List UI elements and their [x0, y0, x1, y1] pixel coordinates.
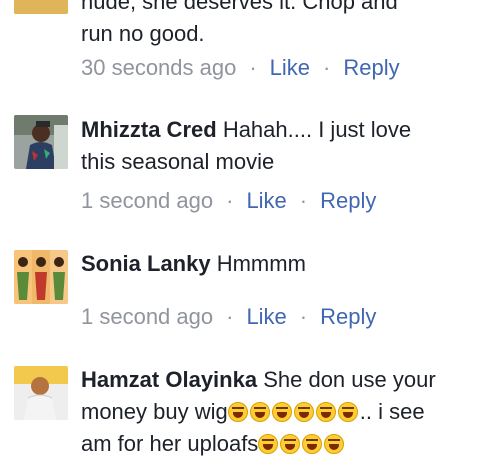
laughing-emoji-icon	[315, 402, 336, 422]
comment-1: nude, she deserves it. Chop and run no g…	[0, 0, 480, 90]
avatar[interactable]	[14, 0, 68, 14]
timestamp: 1 second ago	[81, 188, 214, 213]
laughing-emoji-icon	[271, 402, 292, 422]
laughing-emoji-icon	[227, 402, 248, 422]
comment-3: Sonia Lanky Hmmmm 1 second ago · Like · Repl…	[0, 235, 480, 345]
comment-text: Hamzat Olayinka She don use your money b…	[81, 364, 474, 460]
timestamp: 30 seconds ago	[81, 55, 237, 80]
comment-author[interactable]: Hamzat Olayinka	[81, 367, 257, 392]
laughing-emoji-icon	[280, 434, 301, 454]
comment-text-inline: Hmmmm	[216, 251, 306, 276]
like-link[interactable]: Like	[246, 304, 286, 329]
comment-text: Mhizzta Cred Hahah.... I just love this …	[81, 114, 474, 178]
comment-text-inline: Hahah.... I just love	[222, 117, 412, 142]
reply-link[interactable]: Reply	[343, 55, 399, 80]
comment-text-line: nude, she deserves it. Chop and	[81, 0, 398, 14]
comment-text-line: run no good.	[81, 21, 205, 46]
timestamp: 1 second ago	[81, 304, 214, 329]
avatar[interactable]	[14, 115, 68, 169]
separator-dot: ·	[226, 304, 234, 329]
comment-4: Hamzat Olayinka She don use your money b…	[0, 355, 480, 456]
comment-text: nude, she deserves it. Chop and run no g…	[81, 0, 474, 50]
avatar[interactable]	[14, 250, 68, 304]
separator-dot: ·	[299, 304, 308, 329]
comment-author[interactable]: Sonia Lanky	[81, 251, 211, 276]
comment-2: Mhizzta Cred Hahah.... I just love this …	[0, 100, 480, 225]
comment-meta: 1 second ago · Like · Reply	[81, 185, 376, 217]
comment-meta: 1 second ago · Like · Reply	[81, 301, 376, 333]
comment-text-inline: am for her uploafs	[81, 431, 259, 456]
like-link[interactable]: Like	[270, 55, 310, 80]
laughing-emoji-icon	[249, 402, 270, 422]
comment-text-inline: money buy wig	[81, 399, 228, 424]
comment-text: Sonia Lanky Hmmmm	[81, 248, 474, 280]
laughing-emoji-icon	[258, 434, 279, 454]
comment-text-inline: She don use your	[263, 367, 436, 392]
separator-dot: ·	[299, 188, 308, 213]
separator-dot: ·	[249, 55, 257, 80]
like-link[interactable]: Like	[246, 188, 286, 213]
laughing-emoji-icon	[293, 402, 314, 422]
laughing-emoji-icon	[302, 434, 323, 454]
laughing-emoji-icon	[324, 434, 345, 454]
avatar[interactable]	[14, 366, 68, 420]
comment-text-line: this seasonal movie	[81, 149, 275, 174]
separator-dot: ·	[323, 55, 331, 80]
reply-link[interactable]: Reply	[320, 188, 376, 213]
comment-author[interactable]: Mhizzta Cred	[81, 117, 217, 142]
comment-text-inline: .. i see	[359, 399, 425, 424]
reply-link[interactable]: Reply	[320, 304, 376, 329]
laughing-emoji-icon	[337, 402, 358, 422]
separator-dot: ·	[226, 188, 234, 213]
comment-meta: 30 seconds ago · Like · Reply	[81, 52, 400, 84]
